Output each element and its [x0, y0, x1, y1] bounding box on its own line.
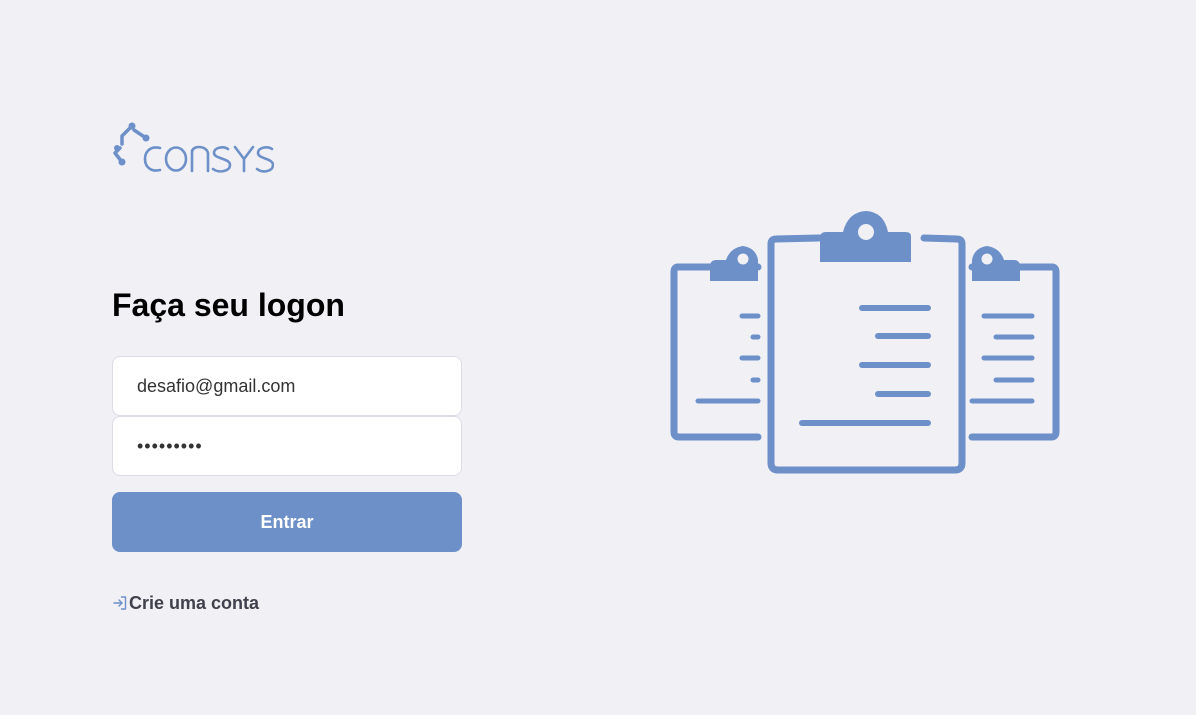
create-account-label: Crie uma conta: [129, 593, 260, 613]
consys-logo: [112, 122, 274, 176]
submit-button[interactable]: Entrar: [112, 492, 462, 552]
log-in-icon: [113, 596, 127, 610]
clipboards-illustration: [670, 211, 1060, 474]
email-input[interactable]: [112, 356, 462, 416]
page-title: Faça seu logon: [112, 287, 345, 323]
logo-wordmark: [143, 145, 274, 173]
password-input[interactable]: [112, 416, 462, 476]
create-account-link[interactable]: Crie uma conta: [112, 592, 259, 614]
